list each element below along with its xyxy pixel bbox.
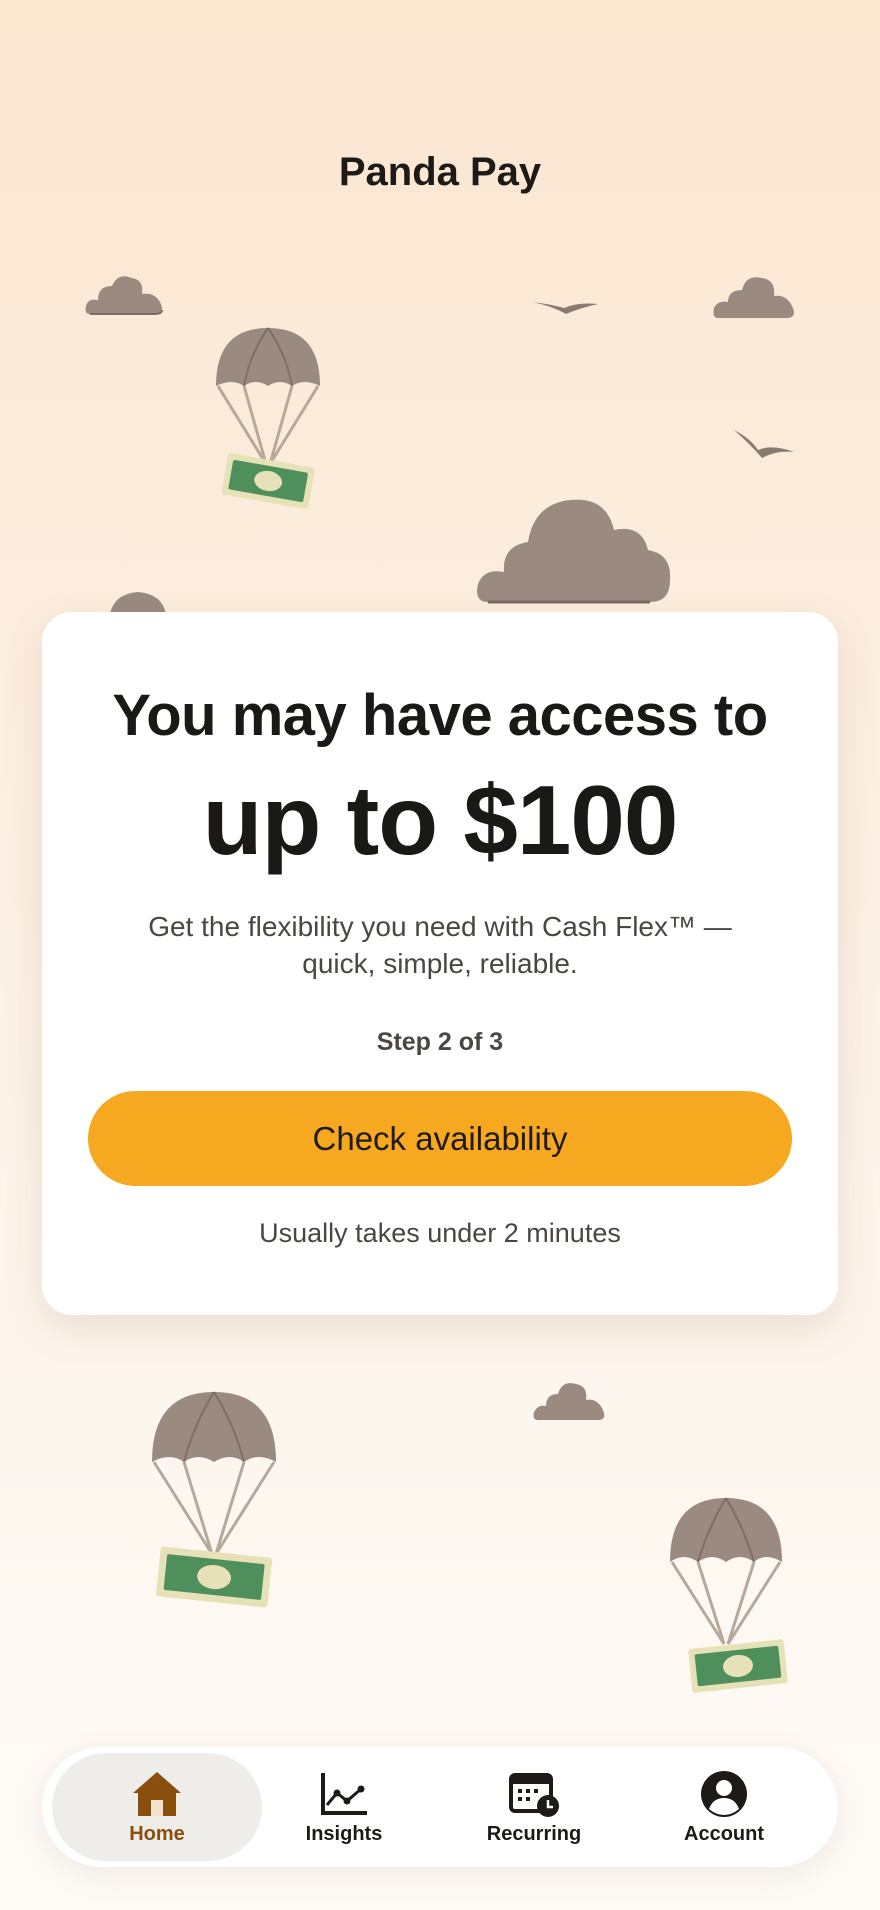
check-availability-button[interactable]: Check availability (88, 1091, 792, 1186)
step-indicator: Step 2 of 3 (376, 1028, 504, 1056)
parachute-money-icon (670, 1497, 788, 1693)
cloud-icon (85, 276, 163, 315)
duration-note: Usually takes under 2 minutes (259, 1218, 621, 1248)
cloud-icon (110, 592, 166, 614)
nav-label-insights: Insights (305, 1822, 383, 1845)
app-title: Panda Pay (338, 150, 542, 194)
nav-item-recurring[interactable]: Recurring (439, 1753, 629, 1861)
bird-icon (734, 430, 794, 458)
cloud-icon (713, 277, 794, 318)
nav-item-home[interactable]: Home (52, 1753, 262, 1861)
bottom-nav: Home Insights Recurring Account (42, 1747, 838, 1867)
nav-label-account: Account (684, 1822, 764, 1845)
nav-label-recurring: Recurring (486, 1822, 582, 1845)
parachute-money-icon (216, 327, 320, 509)
cloud-icon (477, 499, 671, 604)
chart-icon (321, 1772, 367, 1815)
offer-headline: You may have access to (112, 683, 768, 748)
parachute-money-icon (152, 1391, 276, 1608)
user-circle-icon (701, 1770, 747, 1817)
bird-icon (532, 302, 598, 314)
home-icon (133, 1771, 181, 1816)
offer-card: You may have access to up to $100 Get th… (42, 612, 838, 1315)
cloud-icon (533, 1383, 605, 1420)
offer-description: Get the flexibility you need with Cash F… (148, 911, 732, 979)
nav-label-home: Home (129, 1822, 185, 1845)
calendar-clock-icon (509, 1772, 559, 1817)
nav-item-account[interactable]: Account (629, 1753, 819, 1861)
nav-item-insights[interactable]: Insights (249, 1753, 439, 1861)
offer-amount: up to $100 (202, 765, 679, 875)
